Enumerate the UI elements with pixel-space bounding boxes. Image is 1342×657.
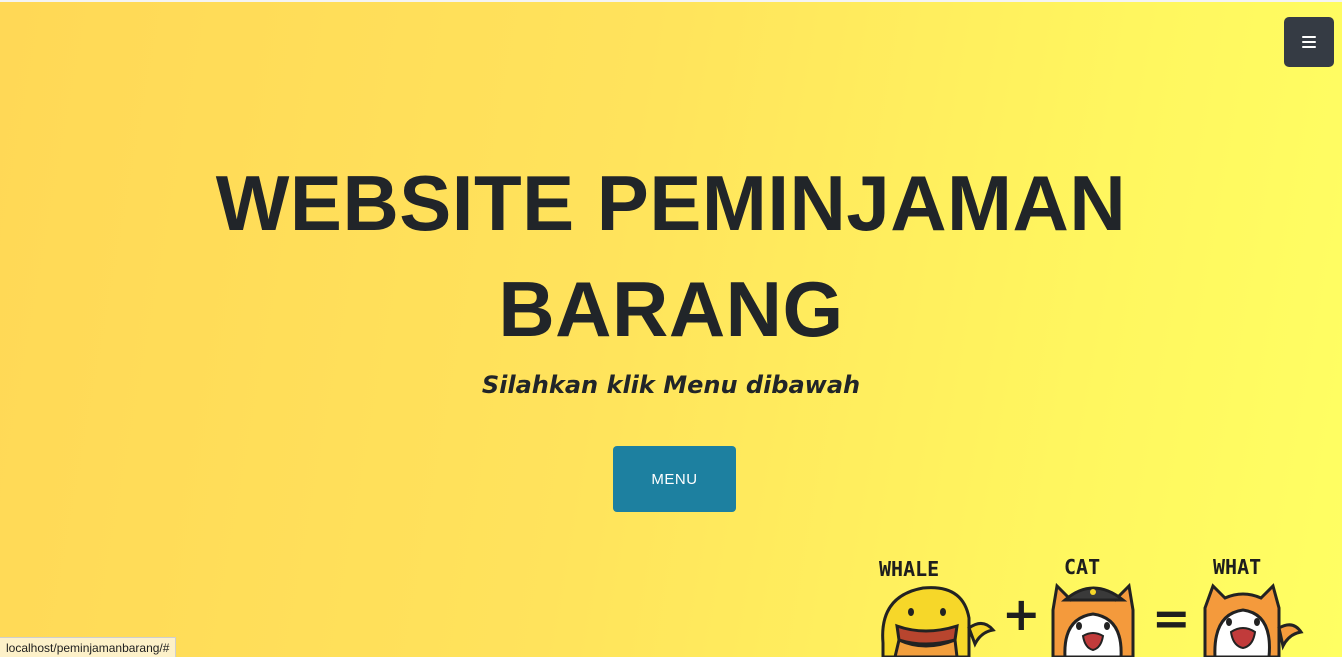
comic-label-cat: CAT: [1064, 555, 1100, 579]
comic-label-whale: WHALE: [879, 557, 939, 581]
menu-toggle-button[interactable]: [1284, 17, 1334, 67]
cat-figure: [1051, 582, 1135, 657]
browser-status-bar-url: localhost/peminjamanbarang/#: [0, 637, 177, 657]
whale-cat-what-illustration: WHALE CAT WHAT + =: [879, 555, 1304, 657]
whale-figure: [881, 586, 996, 657]
plus-sign: +: [1002, 587, 1041, 641]
comic-label-what: WHAT: [1213, 555, 1261, 579]
menu-button[interactable]: MENU: [613, 446, 736, 512]
page-subtitle: Silahkan klik Menu dibawah: [481, 371, 861, 399]
equals-sign: =: [1152, 591, 1191, 645]
window-top-edge: [0, 0, 1342, 2]
page-title: WEBSITE PEMINJAMAN BARANG: [215, 159, 1127, 353]
what-creature-figure: [1203, 583, 1304, 657]
hero-section: WEBSITE PEMINJAMAN BARANG Silahkan klik …: [0, 150, 1342, 400]
hamburger-icon: [1302, 36, 1316, 48]
